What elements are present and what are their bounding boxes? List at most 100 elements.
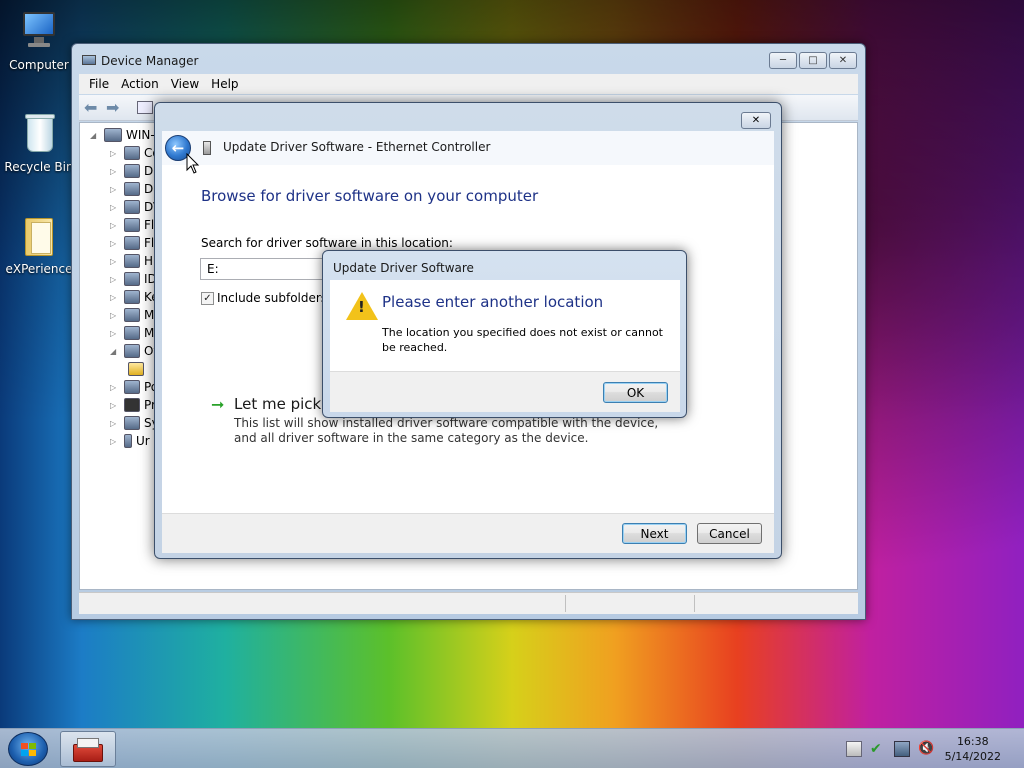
expand-icon: ▷ <box>110 256 117 266</box>
close-button[interactable]: ✕ <box>829 52 857 69</box>
usb-icon <box>124 434 132 448</box>
maximize-button[interactable]: □ <box>799 52 827 69</box>
volume-muted-icon[interactable]: 🔇 <box>918 741 934 757</box>
tree-item[interactable] <box>128 360 144 378</box>
properties-icon[interactable] <box>137 101 153 114</box>
expand-icon: ▷ <box>110 202 117 212</box>
device-manager-icon <box>82 53 96 67</box>
expand-icon: ▷ <box>110 184 117 194</box>
tree-item-label: H <box>144 254 154 268</box>
wizard-title: Update Driver Software - Ethernet Contro… <box>223 140 491 154</box>
tree-item-label: Ur <box>136 434 150 448</box>
action-center-icon[interactable] <box>846 741 862 757</box>
message-box-footer: OK <box>330 371 680 412</box>
expand-icon: ▷ <box>110 274 117 284</box>
desktop-icon-label: Computer <box>9 58 69 72</box>
tree-item[interactable]: ▷ ID <box>110 270 157 288</box>
menu-action[interactable]: Action <box>121 77 159 91</box>
menu-bar: File Action View Help <box>79 74 858 94</box>
desktop-icon-computer[interactable]: Computer <box>4 10 74 72</box>
computer-icon <box>19 10 59 54</box>
taskbar-device-manager[interactable] <box>60 731 116 767</box>
message-box-body: ! Please enter another location The loca… <box>330 280 680 371</box>
back-arrow-icon[interactable]: ⬅ <box>84 98 97 117</box>
tree-item[interactable]: ▷ Fl <box>110 216 154 234</box>
tree-item[interactable]: ▷ Sy <box>110 414 159 432</box>
tree-item-label: Fl <box>144 218 155 232</box>
ok-button[interactable]: OK <box>603 382 668 403</box>
desktop-icon-recycle-bin[interactable]: Recycle Bin <box>4 112 74 174</box>
expand-icon: ▷ <box>110 166 117 176</box>
windows-logo-icon <box>21 743 37 757</box>
message-heading: Please enter another location <box>382 293 604 311</box>
device-category-icon <box>124 164 140 178</box>
device-category-icon <box>124 236 140 250</box>
device-category-icon <box>124 380 140 394</box>
menu-file[interactable]: File <box>89 77 109 91</box>
expand-icon: ▷ <box>110 328 117 338</box>
wizard-heading: Browse for driver software on your compu… <box>201 187 539 205</box>
tree-item[interactable]: ▷ Po <box>110 378 158 396</box>
network-disconnected-icon[interactable] <box>894 741 910 757</box>
message-box-title: Update Driver Software <box>333 261 474 275</box>
start-button[interactable] <box>8 732 48 766</box>
tree-item[interactable]: ▷ Di <box>110 180 157 198</box>
collapse-icon: ◢ <box>110 346 117 356</box>
location-input[interactable]: E: <box>200 258 330 280</box>
device-category-icon <box>124 218 140 232</box>
device-category-icon <box>124 146 140 160</box>
include-subfolders-checkbox[interactable]: ✓ Include subfolders <box>201 291 327 305</box>
mouse-cursor-icon <box>186 153 200 174</box>
processor-icon <box>124 398 140 412</box>
folder-icon <box>19 214 59 258</box>
tree-item[interactable]: ▷ M <box>110 324 154 342</box>
device-category-icon <box>124 326 140 340</box>
pick-driver-description: This list will show installed driver sof… <box>234 416 659 445</box>
window-title: Device Manager <box>101 54 199 68</box>
tree-item[interactable]: ▷ Ke <box>110 288 159 306</box>
device-category-icon <box>124 416 140 430</box>
tree-item[interactable]: ▷ Ur <box>110 432 150 450</box>
tree-item[interactable]: ◢ Ot <box>110 342 158 360</box>
tree-item-label: M <box>144 308 155 322</box>
menu-view[interactable]: View <box>171 77 199 91</box>
security-shield-icon[interactable]: ✔ <box>870 741 886 757</box>
device-category-icon <box>124 254 140 268</box>
expand-icon: ▷ <box>110 292 117 302</box>
device-category-icon <box>124 200 140 214</box>
expand-icon: ▷ <box>110 400 117 410</box>
clock[interactable]: 16:38 5/14/2022 <box>945 734 1001 764</box>
tree-item-label: Fl <box>144 236 155 250</box>
device-manager-toolbox-icon <box>73 738 103 762</box>
green-arrow-icon: ➞ <box>211 395 225 414</box>
menu-help[interactable]: Help <box>211 77 238 91</box>
device-category-icon <box>124 272 140 286</box>
cancel-button[interactable]: Cancel <box>697 523 762 544</box>
expand-icon: ▷ <box>110 238 117 248</box>
next-button[interactable]: Next <box>622 523 687 544</box>
desktop-icon-label: Recycle Bin <box>4 160 74 174</box>
expand-icon: ▷ <box>110 310 117 320</box>
expand-icon: ▷ <box>110 418 117 428</box>
tree-item[interactable]: ▷ Di <box>110 162 157 180</box>
tree-item[interactable]: ▷ Pr <box>110 396 156 414</box>
clock-time: 16:38 <box>956 735 989 748</box>
tree-item[interactable]: ▷ Co <box>110 144 160 162</box>
message-box: Update Driver Software ! Please enter an… <box>322 250 687 418</box>
collapse-icon: ◢ <box>90 130 97 140</box>
close-icon: ✕ <box>751 115 761 126</box>
tree-item[interactable]: ▷ H <box>110 252 153 270</box>
tree-item[interactable]: ▷ M <box>110 306 154 324</box>
network-adapter-icon <box>203 141 211 155</box>
pick-driver-link[interactable]: Let me pick f <box>234 395 331 413</box>
tree-root[interactable]: ◢ WIN-3 <box>90 126 162 144</box>
status-bar <box>79 592 858 614</box>
desktop-icon-experience[interactable]: eXPerience <box>4 214 74 276</box>
forward-arrow-icon[interactable]: ➡ <box>106 98 119 117</box>
back-arrow-icon: ← <box>171 139 185 157</box>
minimize-button[interactable]: ─ <box>769 52 797 69</box>
tree-item[interactable]: ▷ Fl <box>110 234 154 252</box>
warning-device-icon <box>128 362 144 376</box>
taskbar: ✔ 🔇 16:38 5/14/2022 <box>0 728 1024 768</box>
wizard-close-button[interactable]: ✕ <box>741 112 771 129</box>
